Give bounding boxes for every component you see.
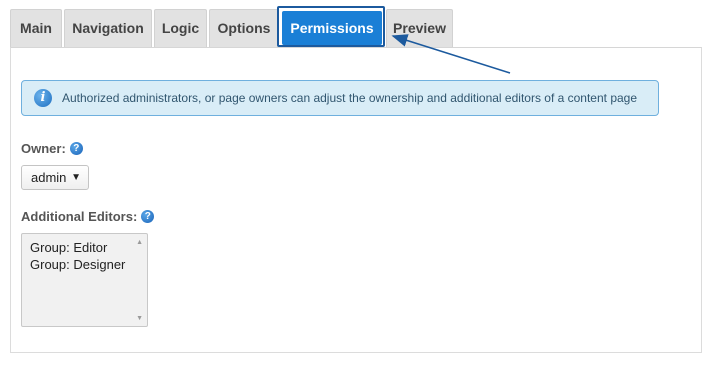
- scroll-down-icon[interactable]: ▼: [136, 315, 143, 322]
- editors-label-row: Additional Editors:?: [21, 209, 155, 224]
- tab-main[interactable]: Main: [10, 9, 62, 47]
- owner-help-icon[interactable]: ?: [69, 142, 83, 155]
- list-item[interactable]: Group: Designer: [30, 257, 125, 272]
- info-text: Authorized administrators, or page owner…: [62, 91, 638, 105]
- owner-select[interactable]: admin ▼: [21, 165, 89, 190]
- info-alert: i Authorized administrators, or page own…: [21, 80, 659, 116]
- owner-label: Owner:: [21, 141, 66, 156]
- tab-navigation[interactable]: Navigation: [64, 9, 152, 47]
- tab-logic[interactable]: Logic: [154, 9, 207, 47]
- editors-help-icon[interactable]: ?: [141, 210, 155, 223]
- owner-select-value: admin: [31, 170, 67, 185]
- list-item[interactable]: Group: Editor: [30, 240, 107, 255]
- owner-label-row: Owner:?: [21, 141, 83, 156]
- scroll-up-icon[interactable]: ▲: [136, 239, 143, 246]
- tab-preview[interactable]: Preview: [386, 9, 453, 47]
- editors-label: Additional Editors:: [21, 209, 138, 224]
- tab-bar: Main Navigation Logic Options Permission…: [0, 0, 702, 47]
- tab-options[interactable]: Options: [209, 9, 279, 47]
- info-icon: i: [34, 89, 52, 107]
- tab-highlight-box: [277, 6, 385, 47]
- chevron-down-icon: ▼: [71, 172, 81, 183]
- editor-page: Main Navigation Logic Options Permission…: [0, 0, 702, 366]
- editors-listbox[interactable]: Group: Editor Group: Designer ▲ ▼: [21, 233, 148, 327]
